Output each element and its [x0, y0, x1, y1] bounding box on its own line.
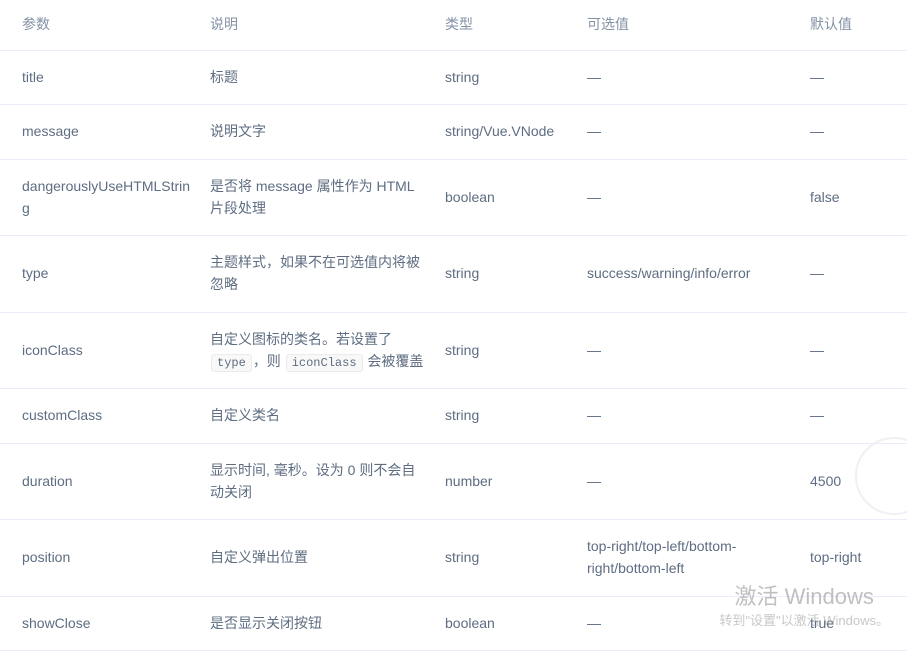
cell-desc: 自定义图标的类名。若设置了 type ，则 iconClass 会被覆盖 [205, 312, 441, 390]
cell-param: position [0, 519, 205, 597]
desc-text: 会被覆盖 [363, 352, 424, 369]
cell-desc: 自定义弹出位置 [205, 519, 441, 597]
cell-desc: 自定义类名 [205, 388, 441, 444]
cell-default: — [806, 388, 907, 444]
cell-type: string [441, 312, 583, 390]
cell-type: boolean [441, 596, 583, 651]
cell-type: number [441, 443, 583, 521]
cell-options: — [583, 159, 806, 237]
desc-text: 自定义图标的类名。若设置了 [210, 330, 392, 347]
cell-default: — [806, 104, 907, 161]
table-body: title 标题 string — — message 说明文字 string/Vue.VNo… [0, 50, 907, 651]
cell-type: string [441, 388, 583, 444]
cell-type: string [441, 235, 583, 313]
cell-desc: 是否将 message 属性作为 HTML 片段处理 [205, 159, 441, 237]
cell-default: 4500 [806, 443, 907, 521]
cell-desc: 显示时间, 毫秒。设为 0 则不会自动关闭 [205, 443, 441, 521]
table-header: 参数 说明 类型 可选值 默认值 [0, 0, 907, 51]
cell-default: — [806, 235, 907, 313]
table-row: showClose 是否显示关闭按钮 boolean — true [0, 596, 907, 651]
table-row: title 标题 string — — [0, 50, 907, 106]
cell-options: top-right/top-left/bottom-right/bottom-l… [583, 519, 806, 597]
cell-default: — [806, 50, 907, 106]
cell-options: — [583, 104, 806, 161]
cell-param: message [0, 104, 205, 161]
cell-param: type [0, 235, 205, 313]
cell-param: customClass [0, 388, 205, 444]
inline-code: type [211, 353, 252, 372]
cell-param: duration [0, 443, 205, 521]
cell-desc: 主题样式，如果不在可选值内将被忽略 [205, 235, 441, 313]
cell-param: dangerouslyUseHTMLString [0, 159, 205, 237]
cell-type: string [441, 519, 583, 597]
cell-param: title [0, 50, 205, 106]
cell-options: — [583, 388, 806, 444]
column-header-default: 默认值 [806, 0, 907, 51]
api-attributes-table: 参数 说明 类型 可选值 默认值 title 标题 string — — message 说… [0, 0, 907, 651]
inline-code: iconClass [285, 353, 363, 372]
table-row: type 主题样式，如果不在可选值内将被忽略 string success/warni… [0, 235, 907, 313]
cell-default: false [806, 159, 907, 237]
column-header-type: 类型 [441, 0, 583, 51]
table-row: dangerouslyUseHTMLString 是否将 message 属性作为… [0, 159, 907, 237]
cell-param: iconClass [0, 312, 205, 390]
column-header-param: 参数 [0, 0, 205, 51]
cell-desc: 是否显示关闭按钮 [205, 596, 441, 651]
column-header-desc: 说明 [205, 0, 441, 51]
column-header-options: 可选值 [583, 0, 806, 51]
table-row: message 说明文字 string/Vue.VNode — — [0, 104, 907, 161]
cell-param: showClose [0, 596, 205, 651]
cell-options: success/warning/info/error [583, 235, 806, 313]
cell-options: — [583, 312, 806, 390]
table-header-row: 参数 说明 类型 可选值 默认值 [0, 0, 907, 51]
cell-default: top-right [806, 519, 907, 597]
cell-type: boolean [441, 159, 583, 237]
table-row: position 自定义弹出位置 string top-right/top-left/… [0, 519, 907, 597]
cell-default: true [806, 596, 907, 651]
desc-text: ，则 [252, 352, 285, 369]
cell-options: — [583, 443, 806, 521]
table-row: iconClass 自定义图标的类名。若设置了 type ，则 iconClass … [0, 312, 907, 390]
cell-options: — [583, 596, 806, 651]
cell-options: — [583, 50, 806, 106]
cell-desc: 说明文字 [205, 104, 441, 161]
cell-type: string [441, 50, 583, 106]
table-row: duration 显示时间, 毫秒。设为 0 则不会自动关闭 number —4500 [0, 443, 907, 521]
cell-type: string/Vue.VNode [441, 104, 583, 161]
cell-desc: 标题 [205, 50, 441, 106]
table-row: customClass 自定义类名 string — — [0, 388, 907, 444]
cell-default: — [806, 312, 907, 390]
